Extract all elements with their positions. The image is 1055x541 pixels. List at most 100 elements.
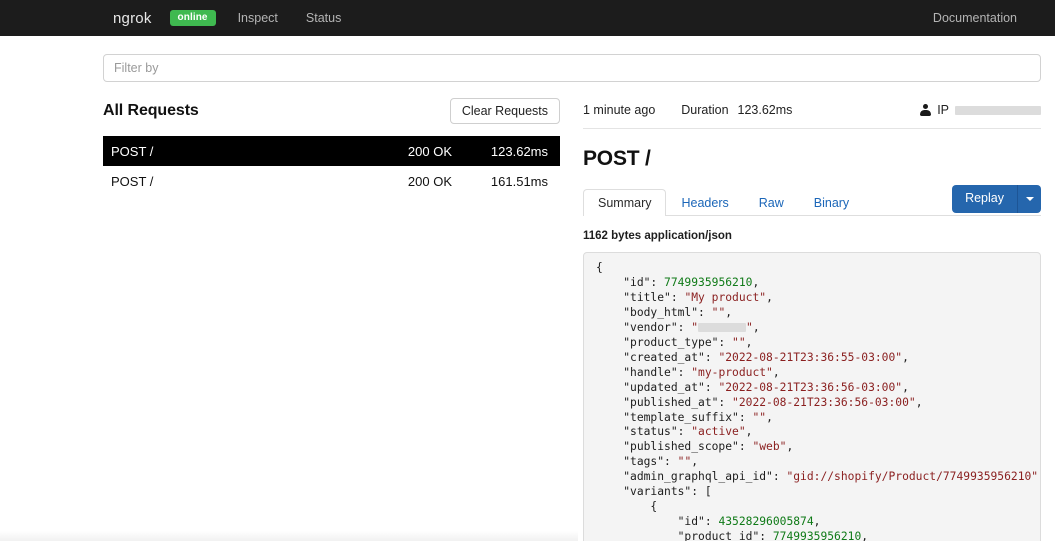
replay-button[interactable]: Replay — [952, 185, 1018, 213]
page-body: All Requests Clear Requests POST / 200 O… — [0, 36, 1055, 541]
json-token: "product_id": — [677, 530, 773, 541]
json-line: "variants": [ — [596, 485, 1028, 500]
redacted-value — [698, 323, 747, 333]
duration-value: 123.62ms — [737, 103, 793, 117]
page-bottom-shadow — [0, 531, 578, 541]
json-token: , — [915, 395, 923, 409]
json-token: "" — [732, 335, 746, 349]
json-token: "variants": [ — [623, 485, 712, 499]
json-line: "id": 7749935956210, — [596, 276, 1028, 291]
filter-bar — [103, 54, 1041, 82]
json-token: , — [766, 290, 773, 304]
json-token: , — [745, 425, 753, 439]
json-token: "created_at": — [623, 350, 719, 364]
json-token: , — [902, 350, 909, 364]
json-token: "id": — [677, 515, 719, 529]
json-line: "title": "My product", — [596, 291, 1028, 306]
json-token: , — [725, 305, 733, 319]
request-method-path: POST / — [111, 143, 154, 159]
json-token: "id": — [623, 275, 665, 289]
tab-summary[interactable]: Summary — [583, 188, 667, 216]
client-ip: IP — [920, 103, 1041, 117]
json-token: , — [691, 455, 699, 469]
tab-headers[interactable]: Headers — [666, 189, 743, 217]
request-meta-row: 1 minute ago Duration 123.62ms IP — [583, 96, 1041, 128]
filter-input[interactable] — [103, 54, 1041, 82]
json-token: "template_suffix": — [623, 410, 753, 424]
top-navbar: ngrok online Inspect Status Documentatio… — [0, 0, 1055, 36]
json-token: "body_html": — [623, 305, 712, 319]
requests-panel-header: All Requests Clear Requests — [103, 96, 560, 126]
json-token: { — [596, 261, 603, 274]
json-token: , — [752, 275, 760, 289]
json-token: , — [1038, 470, 1040, 483]
replay-dropdown-toggle[interactable] — [1018, 185, 1041, 213]
request-duration: 161.51ms — [490, 173, 548, 189]
json-line: "template_suffix": "", — [596, 411, 1028, 426]
json-token: "product_type": — [623, 335, 733, 349]
json-token: "My product" — [684, 290, 767, 304]
json-token: "status": — [623, 425, 692, 439]
request-status: 200 OK — [407, 143, 452, 159]
json-line: "vendor": " ", — [596, 321, 1028, 336]
json-token: , — [766, 410, 773, 424]
json-token: , — [861, 530, 869, 541]
tab-binary[interactable]: Binary — [799, 189, 864, 217]
json-line: "body_html": "", — [596, 306, 1028, 321]
json-token: "gid://shopify/Product/7749935956210" — [786, 470, 1039, 484]
json-token: "" — [677, 455, 692, 469]
json-token: "my-product" — [691, 365, 773, 379]
json-line: "admin_graphql_api_id": "gid://shopify/P… — [596, 470, 1040, 485]
detail-tabs: Summary Headers Raw Binary Replay — [583, 185, 1041, 216]
json-token: "title": — [623, 290, 685, 304]
requests-panel: All Requests Clear Requests POST / 200 O… — [103, 96, 560, 196]
json-token: "2022-08-21T23:36:56-03:00" — [732, 395, 916, 409]
json-token: 7749935956210 — [772, 530, 862, 541]
json-token: "vendor": — [623, 320, 692, 334]
json-line: "created_at": "2022-08-21T23:36:55-03:00… — [596, 351, 1028, 366]
body-size-label: 1162 bytes application/json — [583, 230, 732, 242]
json-token: "" — [752, 410, 767, 424]
json-line: "status": "active", — [596, 425, 1028, 440]
person-icon — [920, 103, 932, 117]
tab-raw[interactable]: Raw — [744, 189, 799, 217]
json-line: "product_id": 7749935956210, — [596, 530, 1028, 541]
json-token: "published_scope": — [623, 440, 753, 454]
json-token: " — [746, 320, 753, 334]
nav-link-documentation[interactable]: Documentation — [933, 11, 1028, 25]
json-line: "handle": "my-product", — [596, 366, 1028, 381]
json-line: { — [596, 500, 1028, 515]
json-token: { — [650, 500, 658, 514]
ngrok-brand-logo[interactable]: ngrok — [113, 10, 152, 27]
request-status: 200 OK — [407, 173, 452, 189]
json-line: "updated_at": "2022-08-21T23:36:56-03:00… — [596, 381, 1028, 396]
json-token: , — [772, 365, 780, 379]
json-token: 7749935956210 — [664, 275, 753, 289]
request-timestamp: 1 minute ago — [583, 103, 656, 117]
json-token: "2022-08-21T23:36:55-03:00" — [718, 350, 903, 364]
json-token: "active" — [691, 425, 746, 439]
json-line: "product_type": "", — [596, 336, 1028, 351]
duration-label: Duration — [681, 103, 729, 117]
table-row[interactable]: POST / 200 OK 161.51ms — [103, 166, 560, 196]
json-token: "published_at": — [623, 395, 733, 409]
request-title: POST / — [583, 147, 651, 170]
nav-link-inspect[interactable]: Inspect — [238, 11, 278, 25]
request-detail-panel: 1 minute ago Duration 123.62ms IP POST /… — [583, 96, 1041, 541]
request-duration: 123.62ms — [490, 143, 548, 159]
page-title: All Requests — [103, 102, 199, 119]
json-token: 43528296005874 — [718, 515, 814, 529]
json-line: "id": 43528296005874, — [596, 515, 1028, 530]
json-body-viewer[interactable]: { "id": 7749935956210, "title": "My prod… — [583, 252, 1041, 541]
json-token: , — [902, 380, 909, 394]
replay-split-button: Replay — [952, 185, 1041, 213]
clear-requests-button[interactable]: Clear Requests — [449, 97, 560, 125]
divider — [583, 128, 1041, 129]
json-token: " — [691, 320, 699, 334]
json-token: "web" — [752, 440, 787, 454]
json-line: "published_scope": "web", — [596, 440, 1028, 455]
nav-link-status[interactable]: Status — [306, 11, 341, 25]
json-token: "2022-08-21T23:36:56-03:00" — [718, 380, 903, 394]
json-token: "" — [711, 305, 726, 319]
table-row[interactable]: POST / 200 OK 123.62ms — [103, 136, 560, 166]
